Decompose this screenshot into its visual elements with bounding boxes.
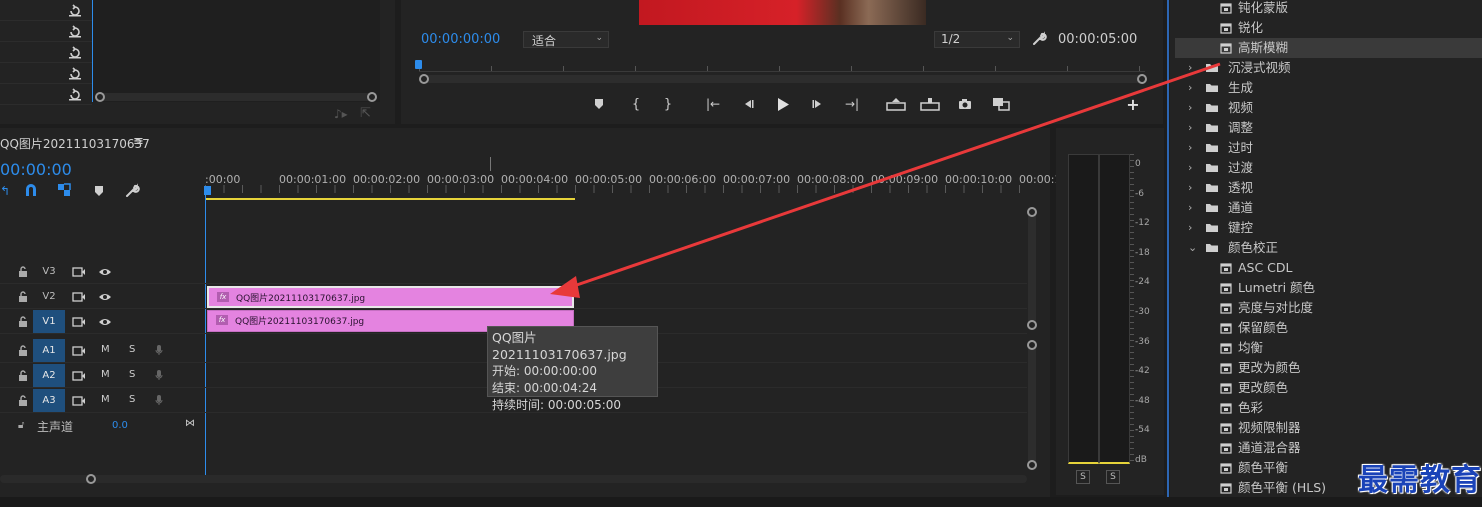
watermark-logo: 最需教育 (1358, 463, 1482, 498)
annotation-arrow (550, 62, 1221, 298)
